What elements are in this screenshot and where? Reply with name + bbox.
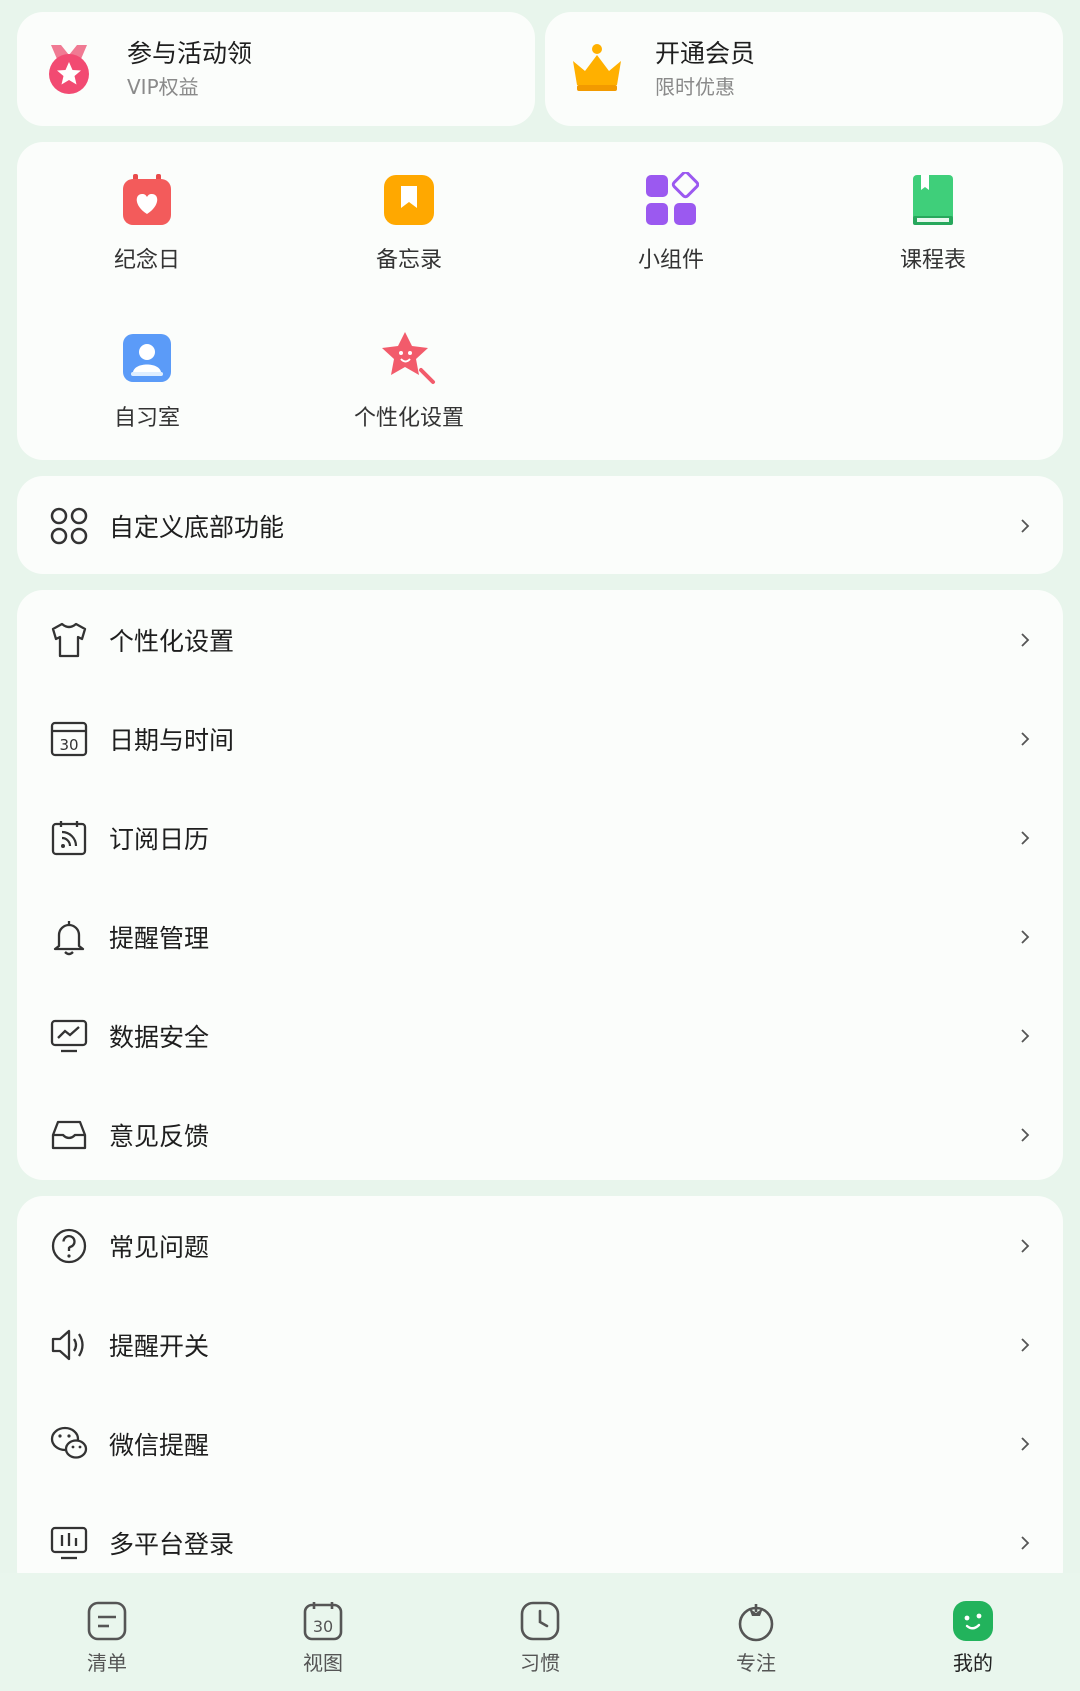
chevron-right-icon (1021, 830, 1030, 845)
monitor-bars-icon (50, 1526, 88, 1559)
wechat-icon (50, 1426, 88, 1459)
open-membership-card[interactable]: 开通会员 限时优惠 (545, 12, 1063, 126)
grid-item-label: 个性化设置 (353, 406, 464, 431)
nav-tab-label: 专注 (736, 1651, 776, 1675)
settings-item-reminders[interactable]: 提醒管理 (17, 887, 1063, 986)
settings-item-label: 个性化设置 (109, 626, 235, 656)
custom-bottom-card: 自定义底部功能 (17, 476, 1063, 574)
help-item-label: 提醒开关 (109, 1331, 210, 1361)
heart-calendar-icon (123, 174, 171, 225)
study-room-icon (123, 334, 171, 382)
custom-bottom-row[interactable]: 自定义底部功能 (17, 476, 1063, 575)
grid-item-label: 纪念日 (113, 248, 180, 273)
chevron-right-icon (1021, 1238, 1030, 1253)
settings-item-subscribe-calendar[interactable]: 订阅日历 (17, 788, 1063, 887)
nav-tab-label: 习惯 (520, 1651, 560, 1675)
chevron-right-icon (1021, 1535, 1030, 1550)
grid-item-label: 自习室 (113, 406, 180, 431)
chevron-right-icon (1021, 929, 1030, 944)
nav-tab-label: 清单 (87, 1651, 127, 1675)
widgets-icon (646, 172, 699, 225)
calendar-30-text: 30 (59, 736, 78, 754)
star-wand-icon (382, 332, 435, 384)
profile-face-icon (953, 1601, 993, 1641)
monitor-chart-icon (50, 1019, 88, 1052)
clock-icon (520, 1601, 560, 1641)
crown-icon (573, 44, 621, 91)
mine-page: 参与活动领 VIP权益 开通会员 限时优惠 纪念日 备忘录 小组件 课程表 自习… (0, 0, 1080, 1691)
grid-item-personalize[interactable]: 个性化设置 (309, 330, 509, 432)
settings-item-label: 提醒管理 (109, 923, 210, 953)
vip-activity-title: 参与活动领 (127, 39, 253, 68)
nav-tab-habit[interactable]: 习惯 (480, 1573, 600, 1676)
settings-item-label: 数据安全 (109, 1022, 210, 1052)
help-item-label: 常见问题 (109, 1232, 210, 1262)
calendar-30-icon: 30 (50, 721, 88, 756)
bookmark-note-icon (384, 175, 434, 225)
settings-item-feedback[interactable]: 意见反馈 (17, 1085, 1063, 1184)
grid-item-anniversary[interactable]: 纪念日 (47, 172, 247, 274)
bell-icon (53, 920, 85, 955)
open-membership-subtitle: 限时优惠 (655, 75, 735, 99)
calendar-rss-icon (51, 820, 87, 855)
grid-item-label: 课程表 (899, 248, 966, 273)
tshirt-icon (51, 622, 87, 657)
open-membership-title: 开通会员 (655, 39, 756, 68)
speaker-icon (51, 1329, 84, 1360)
chevron-right-icon (1021, 1127, 1030, 1142)
green-book-icon (913, 175, 953, 225)
grid-item-label: 小组件 (637, 248, 704, 273)
settings-item-data-security[interactable]: 数据安全 (17, 986, 1063, 1085)
chevron-right-icon (1021, 731, 1030, 746)
help-item-label: 微信提醒 (109, 1430, 210, 1460)
settings-item-personalize[interactable]: 个性化设置 (17, 590, 1063, 689)
calendar-view-day: 30 (313, 1617, 333, 1636)
grid-item-memo[interactable]: 备忘录 (309, 172, 509, 274)
vip-activity-subtitle: VIP权益 (127, 75, 199, 99)
nav-tab-label: 视图 (303, 1651, 343, 1675)
tomato-icon (738, 1604, 774, 1642)
medal-star-icon (49, 45, 89, 94)
calendar-view-icon: 30 (303, 1602, 343, 1641)
settings-item-label: 订阅日历 (109, 824, 210, 854)
help-item-reminder-switch[interactable]: 提醒开关 (17, 1295, 1063, 1394)
chevron-right-icon (1021, 1436, 1030, 1451)
help-item-faq[interactable]: 常见问题 (17, 1196, 1063, 1295)
help-item-label: 多平台登录 (109, 1529, 235, 1559)
grid-item-timetable[interactable]: 课程表 (833, 172, 1033, 274)
question-circle-icon (51, 1228, 87, 1263)
nav-tab-view[interactable]: 30 视图 (263, 1573, 383, 1676)
chevron-right-icon (1021, 632, 1030, 647)
settings-list-card: 个性化设置 30 日期与时间 订阅日历 提醒管理 数据安全 意见反馈 (17, 590, 1063, 1180)
grid-item-study-room[interactable]: 自习室 (47, 330, 247, 432)
chevron-right-icon (1021, 1028, 1030, 1043)
custom-bottom-label: 自定义底部功能 (109, 512, 285, 542)
feature-grid: 纪念日 备忘录 小组件 课程表 自习室 个性化设置 (17, 142, 1063, 460)
settings-item-label: 日期与时间 (109, 725, 235, 755)
nav-tab-mine[interactable]: 我的 (913, 1573, 1033, 1676)
settings-item-date-time[interactable]: 30 日期与时间 (17, 689, 1063, 788)
settings-item-label: 意见反馈 (109, 1121, 210, 1151)
chevron-right-icon (1021, 1337, 1030, 1352)
grid-circles-icon (50, 507, 88, 544)
nav-tab-focus[interactable]: 专注 (696, 1573, 816, 1676)
nav-tab-list[interactable]: 清单 (47, 1573, 167, 1676)
list-icon (87, 1601, 127, 1641)
inbox-icon (51, 1120, 87, 1149)
grid-item-widgets[interactable]: 小组件 (571, 172, 771, 274)
grid-item-label: 备忘录 (375, 248, 442, 273)
help-item-wechat-reminder[interactable]: 微信提醒 (17, 1394, 1063, 1493)
chevron-right-icon (1021, 518, 1030, 533)
nav-tab-label: 我的 (953, 1651, 993, 1675)
vip-activity-card[interactable]: 参与活动领 VIP权益 (17, 12, 535, 126)
help-list-card: 常见问题 提醒开关 微信提醒 多平台登录 (17, 1196, 1063, 1596)
bottom-nav: 清单 30 视图 习惯 专注 我的 (0, 1573, 1080, 1691)
